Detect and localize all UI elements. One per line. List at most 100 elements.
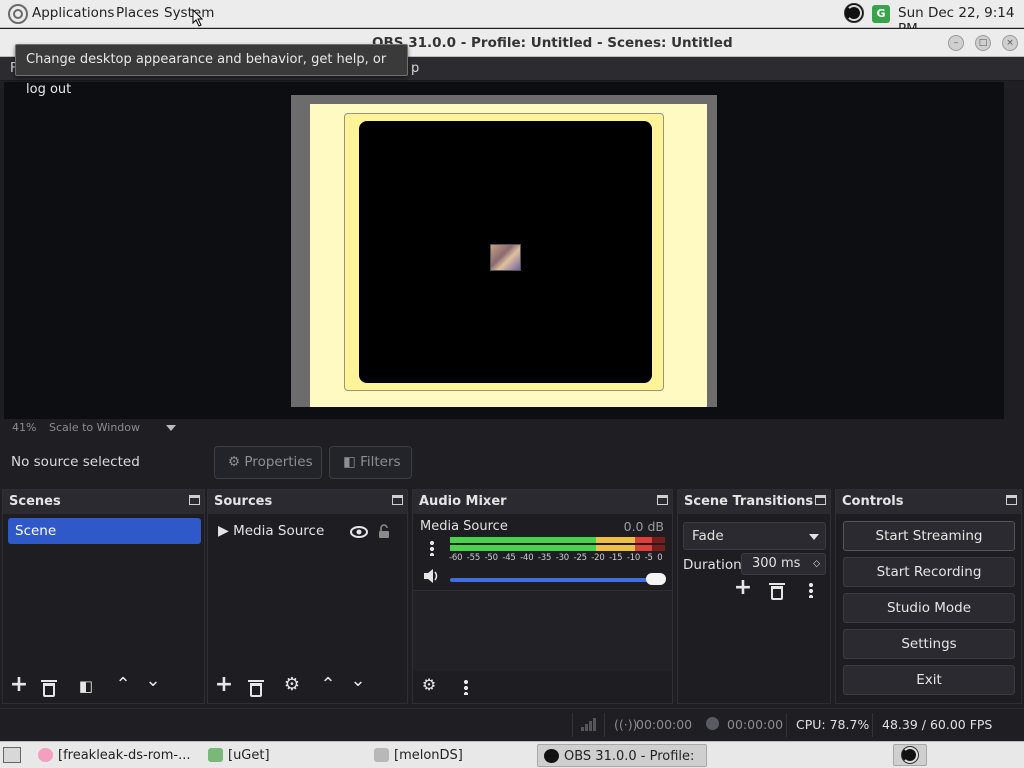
system-menu[interactable]: System bbox=[164, 5, 214, 21]
help-menu[interactable]: p bbox=[411, 61, 419, 76]
exit-button[interactable]: Exit bbox=[843, 665, 1015, 695]
undock-icon[interactable] bbox=[815, 495, 826, 505]
chevron-down-icon[interactable] bbox=[166, 425, 176, 431]
advanced-audio-icon[interactable]: ⚙ bbox=[416, 673, 442, 699]
remove-transition-icon[interactable] bbox=[769, 583, 785, 600]
stream-status-icon: ((·)) bbox=[614, 717, 638, 732]
source-properties-icon[interactable]: ⚙ bbox=[279, 673, 305, 699]
start-recording-button[interactable]: Start Recording bbox=[843, 557, 1015, 587]
scale-mode-select[interactable]: Scale to Window bbox=[49, 421, 140, 434]
studio-mode-button[interactable]: Studio Mode bbox=[843, 593, 1015, 623]
workspace-switcher[interactable] bbox=[893, 744, 927, 766]
move-up-icon[interactable]: ⌃ bbox=[315, 673, 341, 699]
scene-filters-icon[interactable]: ◧ bbox=[73, 674, 99, 700]
scenes-header: Scenes bbox=[3, 490, 204, 514]
no-source-label: No source selected bbox=[11, 454, 140, 470]
audio-mixer-toolbar: ⚙ bbox=[413, 671, 672, 703]
network-bars-icon bbox=[581, 718, 596, 731]
chevron-down-icon bbox=[809, 534, 819, 540]
sources-dock: Sources ▶ Media Source + ⚙ ⌃ ⌄ bbox=[207, 489, 408, 704]
task-item[interactable]: [uGet] bbox=[202, 744, 370, 767]
scene-transitions-dock: Scene Transitions Fade Duration 300 ms ◇… bbox=[677, 489, 831, 704]
task-label: OBS 31.0.0 - Profile: ... bbox=[564, 749, 695, 764]
controls-header: Controls bbox=[836, 490, 1021, 514]
status-separator bbox=[872, 713, 873, 737]
obs-tray-icon[interactable] bbox=[844, 3, 864, 23]
meter-scale: -60 -55 -50 -45 -40 -35 -30 -25 -20 -15 … bbox=[449, 553, 663, 563]
properties-button[interactable]: ⚙ Properties bbox=[214, 446, 322, 479]
remove-scene-icon[interactable] bbox=[41, 680, 57, 697]
remove-source-icon[interactable] bbox=[248, 680, 264, 697]
sources-toolbar: + ⚙ ⌃ ⌄ bbox=[208, 669, 407, 703]
sources-header: Sources bbox=[208, 490, 407, 514]
transition-select[interactable]: Fade bbox=[683, 522, 826, 550]
zoom-level: 41% bbox=[12, 421, 37, 434]
undock-icon[interactable] bbox=[189, 495, 200, 505]
scenes-title: Scenes bbox=[9, 494, 61, 509]
undock-icon[interactable] bbox=[1006, 495, 1017, 505]
status-separator bbox=[786, 713, 787, 737]
filters-label: Filters bbox=[360, 454, 401, 470]
task-label: [freakleak-ds-rom-... bbox=[58, 748, 191, 763]
source-list-item[interactable]: ▶ Media Source bbox=[218, 523, 324, 539]
add-transition-icon[interactable]: + bbox=[730, 576, 756, 602]
task-label: [melonDS] bbox=[394, 748, 463, 763]
status-separator bbox=[572, 713, 573, 737]
scenes-toolbar: + ◧ ⌃ ⌄ bbox=[3, 669, 204, 703]
add-scene-icon[interactable]: + bbox=[6, 673, 32, 699]
volume-slider-handle[interactable] bbox=[646, 573, 666, 585]
audio-channel-db: 0.0 dB bbox=[623, 519, 664, 534]
places-menu[interactable]: Places bbox=[116, 5, 159, 21]
minimize-icon[interactable]: – bbox=[948, 35, 964, 51]
task-item[interactable]: [melonDS] bbox=[368, 744, 534, 767]
record-status-icon bbox=[706, 717, 719, 730]
scene-transitions-header: Scene Transitions bbox=[678, 490, 830, 514]
status-separator bbox=[604, 713, 605, 737]
eye-visible-icon[interactable] bbox=[350, 526, 368, 538]
task-item-active[interactable]: OBS 31.0.0 - Profile: ... bbox=[537, 744, 707, 767]
lock-icon[interactable] bbox=[378, 524, 390, 539]
start-streaming-button[interactable]: Start Streaming bbox=[843, 521, 1015, 551]
speaker-icon[interactable] bbox=[423, 568, 441, 584]
properties-label: Properties bbox=[244, 454, 313, 470]
close-icon[interactable]: × bbox=[1002, 35, 1018, 51]
undock-icon[interactable] bbox=[657, 495, 668, 505]
move-down-icon[interactable]: ⌄ bbox=[345, 669, 371, 695]
controls-title: Controls bbox=[842, 494, 904, 509]
settings-button[interactable]: Settings bbox=[843, 629, 1015, 659]
maximize-icon[interactable]: □ bbox=[975, 35, 991, 51]
volume-slider[interactable] bbox=[450, 578, 662, 582]
controls-dock: Controls Start Streaming Start Recording… bbox=[835, 489, 1022, 704]
scenes-dock: Scenes Scene + ◧ ⌃ ⌄ bbox=[2, 489, 205, 704]
undock-icon[interactable] bbox=[392, 495, 403, 505]
move-up-icon[interactable]: ⌃ bbox=[110, 673, 136, 699]
add-source-icon[interactable]: + bbox=[211, 673, 237, 699]
record-time: 00:00:00 bbox=[727, 717, 784, 732]
filters-button[interactable]: ◧ Filters bbox=[329, 446, 412, 479]
play-icon: ▶ bbox=[218, 523, 229, 539]
transition-menu-icon[interactable] bbox=[809, 582, 813, 598]
fps-readout: 48.39 / 60.00 FPS bbox=[882, 717, 993, 732]
scene-list-item[interactable]: Scene bbox=[8, 518, 201, 544]
move-down-icon[interactable]: ⌄ bbox=[140, 669, 166, 695]
channel-menu-icon[interactable] bbox=[430, 540, 434, 556]
task-label: [uGet] bbox=[228, 748, 270, 763]
spin-arrows-icon[interactable]: ◇ bbox=[813, 554, 820, 574]
audio-mixer-empty-area bbox=[413, 590, 672, 674]
update-notifier-icon[interactable]: G bbox=[872, 5, 890, 23]
status-bar: ((·)) 00:00:00 00:00:00 CPU: 78.7% 48.39… bbox=[0, 708, 1024, 740]
gnome-foot-icon[interactable] bbox=[8, 4, 28, 24]
audio-mixer-dock: Audio Mixer Media Source 0.0 dB -60 -55 … bbox=[412, 489, 673, 704]
audio-channel-name: Media Source bbox=[420, 519, 508, 534]
duration-spinbox[interactable]: 300 ms ◇ bbox=[741, 553, 826, 575]
task-item[interactable]: [freakleak-ds-rom-... bbox=[32, 744, 202, 767]
window-title: OBS 31.0.0 - Profile: Untitled - Scenes:… bbox=[372, 35, 733, 51]
taskbar: [freakleak-ds-rom-... [uGet] [melonDS] O… bbox=[0, 741, 1024, 768]
zoom-bar: 41% Scale to Window bbox=[4, 419, 1004, 437]
applications-menu[interactable]: Applications bbox=[32, 5, 114, 21]
gear-icon: ⚙ bbox=[228, 454, 241, 470]
transition-value: Fade bbox=[692, 528, 724, 544]
source-name: Media Source bbox=[233, 523, 325, 539]
show-desktop-icon[interactable] bbox=[3, 747, 21, 763]
mixer-menu-icon[interactable] bbox=[464, 679, 468, 695]
